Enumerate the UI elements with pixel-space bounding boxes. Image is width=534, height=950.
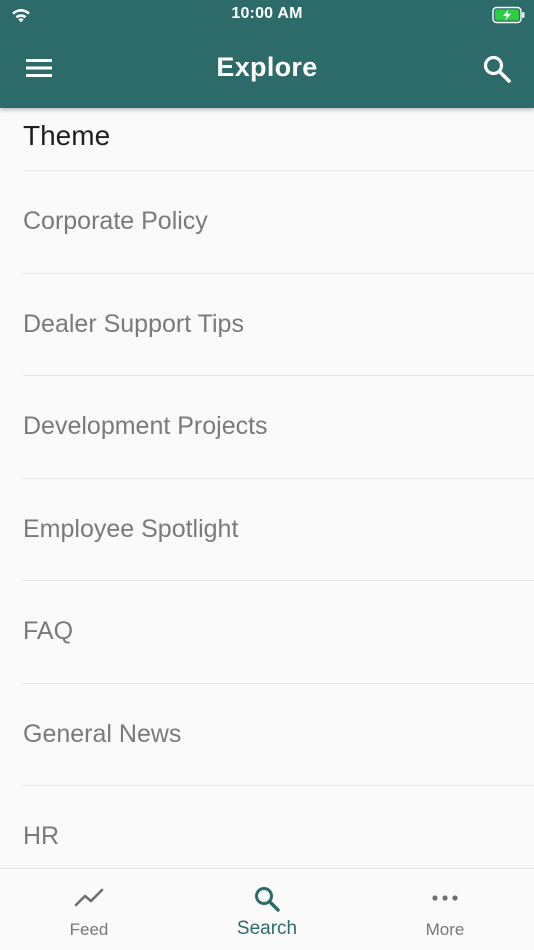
tab-feed[interactable]: Feed <box>0 869 178 950</box>
theme-list: Corporate Policy Dealer Support Tips Dev… <box>0 171 534 868</box>
list-item-dealer-support-tips[interactable]: Dealer Support Tips <box>0 274 534 376</box>
tab-label: Feed <box>69 920 109 939</box>
section-title: Theme <box>23 120 111 151</box>
status-bar: 10:00 AM <box>0 0 534 30</box>
more-dots-icon <box>432 895 458 901</box>
list-item-employee-spotlight[interactable]: Employee Spotlight <box>0 479 534 581</box>
page-title: Explore <box>216 52 318 82</box>
list-item-label: General News <box>23 719 182 748</box>
tab-search[interactable]: Search <box>178 869 356 950</box>
list-item-label: Dealer Support Tips <box>23 309 244 338</box>
tab-more[interactable]: More <box>356 869 534 950</box>
list-item-general-news[interactable]: General News <box>0 684 534 786</box>
app-bar: Explore <box>0 30 534 108</box>
search-icon[interactable] <box>482 54 512 84</box>
app-header: 10:00 AM Explore <box>0 0 534 108</box>
list-item-development-projects[interactable]: Development Projects <box>0 376 534 479</box>
list-item-label: Corporate Policy <box>23 207 208 235</box>
tab-label: More <box>425 920 465 939</box>
list-item-label: HR <box>23 822 60 850</box>
tab-label: Search <box>236 918 298 939</box>
list-item-faq[interactable]: FAQ <box>0 581 534 684</box>
status-time: 10:00 AM <box>231 5 303 22</box>
list-item-label: Employee Spotlight <box>23 514 239 543</box>
list-item-hr[interactable]: HR <box>0 786 534 868</box>
list-item-label: FAQ <box>23 617 74 645</box>
list-item-label: Development Projects <box>23 412 268 440</box>
explore-content: Theme Corporate Policy Dealer Support Ti… <box>0 108 534 868</box>
list-item-corporate-policy[interactable]: Corporate Policy <box>0 171 534 274</box>
trending-line-icon <box>74 888 104 907</box>
bottom-tab-bar: Feed Search More <box>0 868 534 950</box>
battery-charging-icon <box>492 6 525 24</box>
search-icon <box>255 887 280 912</box>
